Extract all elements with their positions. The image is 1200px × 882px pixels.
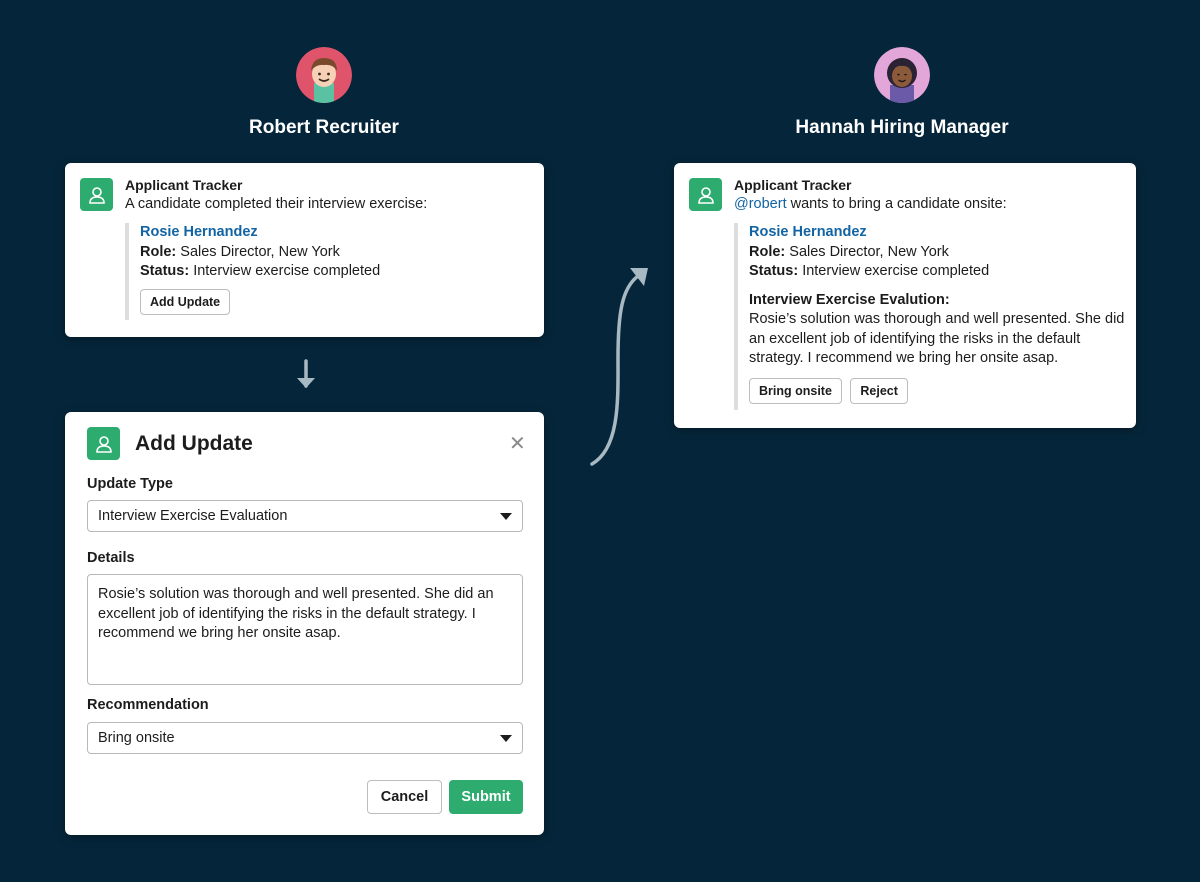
status-value: Interview exercise completed [193, 263, 381, 279]
update-type-select[interactable]: Interview Exercise Evaluation [87, 500, 523, 532]
message-text: @robert wants to bring a candidate onsit… [734, 196, 1007, 212]
cancel-button[interactable]: Cancel [367, 780, 442, 814]
modal-title: Add Update [135, 432, 253, 455]
submit-button[interactable]: Submit [449, 780, 523, 814]
message-rest: wants to bring a candidate onsite: [786, 196, 1007, 212]
persona-robert: Robert Recruiter [174, 47, 474, 139]
role-label: Role: [140, 243, 177, 260]
details-line: recommend we bring her onsite asap. [98, 625, 341, 641]
app-name: Applicant Tracker [125, 177, 243, 193]
user-icon [87, 427, 120, 460]
hiring-manager-message-card: Applicant Tracker @robert wants to bring… [674, 163, 1136, 428]
caret-down-icon [500, 512, 512, 520]
reject-button[interactable]: Reject [850, 377, 908, 404]
message-text: A candidate completed their interview ex… [125, 196, 428, 212]
status-label: Status: [749, 263, 799, 279]
evaluation-label: Interview Exercise Evalution: [749, 291, 950, 308]
user-icon [689, 178, 722, 211]
details-line: excellent job of identifying the risks i… [98, 605, 476, 622]
recommendation-value: Bring onsite [98, 730, 175, 746]
evaluation-line: Rosie’s solution was thorough and well p… [749, 311, 1125, 327]
role-value: Sales Director, New York [789, 243, 949, 260]
add-update-modal: Add Update ✕ Update Type Interview Exerc… [65, 412, 544, 835]
role-value: Sales Director, New York [180, 243, 340, 260]
status-value: Interview exercise completed [802, 263, 990, 279]
recommendation-select[interactable]: Bring onsite [87, 722, 523, 754]
robert-avatar [296, 47, 352, 103]
evaluation-line: strategy. I recommend we bring her onsit… [749, 350, 1059, 366]
hannah-avatar [874, 47, 930, 103]
details-label: Details [87, 550, 135, 566]
down-arrow-icon [297, 359, 315, 388]
status-label: Status: [140, 263, 190, 279]
candidate-link[interactable]: Rosie Hernandez [749, 224, 867, 240]
candidate-link[interactable]: Rosie Hernandez [140, 224, 258, 240]
app-name: Applicant Tracker [734, 177, 852, 193]
user-icon [80, 178, 113, 211]
role-label: Role: [749, 243, 786, 260]
mention-link[interactable]: @robert [734, 196, 787, 212]
robert-name: Robert Recruiter [249, 117, 399, 138]
recruiter-message-card: Applicant Tracker A candidate completed … [65, 163, 544, 337]
recommendation-label: Recommendation [87, 697, 209, 713]
update-type-value: Interview Exercise Evaluation [98, 508, 288, 524]
curved-arrow-icon [590, 268, 648, 466]
hannah-name: Hannah Hiring Manager [795, 117, 1009, 138]
details-textarea[interactable]: Rosie’s solution was thorough and well p… [87, 574, 523, 685]
persona-hannah: Hannah Hiring Manager [752, 47, 1052, 139]
close-icon[interactable]: ✕ [509, 431, 526, 456]
add-update-button[interactable]: Add Update [140, 288, 231, 315]
evaluation-line: an excellent job of identifying the risk… [749, 330, 1081, 347]
caret-down-icon [500, 734, 512, 742]
candidate-attachment: Rosie Hernandez Role: Sales Director, Ne… [125, 223, 520, 320]
update-type-label: Update Type [87, 476, 173, 492]
candidate-attachment: Rosie Hernandez Role: Sales Director, Ne… [734, 223, 1129, 410]
bring-onsite-button[interactable]: Bring onsite [749, 377, 842, 404]
details-line: Rosie’s solution was thorough and well p… [98, 586, 494, 602]
